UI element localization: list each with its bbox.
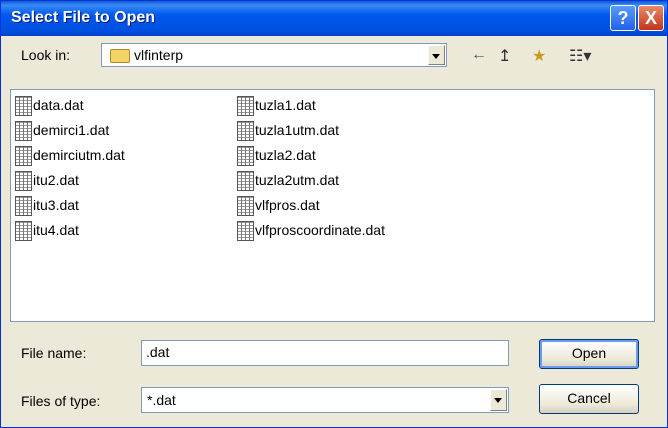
new-folder-icon[interactable]: ★ xyxy=(532,46,546,66)
file-name-label: File name: xyxy=(21,345,87,361)
folder-icon xyxy=(110,49,130,63)
chevron-down-icon[interactable] xyxy=(490,389,507,411)
file-name: tuzla1.dat xyxy=(255,97,316,113)
file-icon xyxy=(15,221,32,241)
file-type-value: *.dat xyxy=(147,392,176,408)
file-open-dialog: Select File to Open ? X Look in: vlfinte… xyxy=(0,0,668,428)
file-name: demirciutm.dat xyxy=(33,147,125,163)
file-name: tuzla1utm.dat xyxy=(255,122,340,138)
file-name: vlfproscoordinate.dat xyxy=(255,222,385,238)
help-button[interactable]: ? xyxy=(610,5,636,31)
chevron-down-icon[interactable] xyxy=(428,45,445,65)
file-icon xyxy=(15,121,32,141)
file-name: demirci1.dat xyxy=(33,122,110,138)
file-name: vlfpros.dat xyxy=(255,197,320,213)
file-icon xyxy=(15,196,32,216)
file-name: itu3.dat xyxy=(33,197,79,213)
file-icon xyxy=(15,96,32,116)
file-name: data.dat xyxy=(33,97,84,113)
open-button[interactable]: Open xyxy=(539,339,639,369)
title-bar[interactable]: Select File to Open ? X xyxy=(1,1,667,36)
up-folder-icon[interactable]: ↥ xyxy=(498,46,511,66)
dialog-title: Select File to Open xyxy=(11,9,156,26)
file-icon xyxy=(237,196,254,216)
file-type-label: Files of type: xyxy=(21,393,101,409)
look-in-label: Look in: xyxy=(21,47,71,63)
back-icon[interactable]: ← xyxy=(471,46,487,64)
file-name: itu2.dat xyxy=(33,172,79,188)
file-name: tuzla2.dat xyxy=(255,147,316,163)
close-button[interactable]: X xyxy=(638,5,664,31)
file-icon xyxy=(237,221,254,241)
file-icon xyxy=(15,146,32,166)
file-type-select[interactable]: *.dat xyxy=(141,387,509,413)
view-menu-icon[interactable]: ☷▾ xyxy=(569,46,591,66)
file-icon xyxy=(237,96,254,116)
file-name: itu4.dat xyxy=(33,222,79,238)
cancel-button[interactable]: Cancel xyxy=(539,384,639,414)
file-icon xyxy=(237,121,254,141)
file-icon xyxy=(15,171,32,191)
file-name: tuzla2utm.dat xyxy=(255,172,340,188)
file-icon xyxy=(237,171,254,191)
file-name-field[interactable]: .dat xyxy=(141,340,509,366)
look-in-select[interactable]: vlfinterp xyxy=(101,43,447,67)
look-in-value: vlfinterp xyxy=(134,47,184,63)
file-list[interactable]: data.dat demirci1.dat demirciutm.dat itu… xyxy=(10,89,655,322)
file-icon xyxy=(237,146,254,166)
